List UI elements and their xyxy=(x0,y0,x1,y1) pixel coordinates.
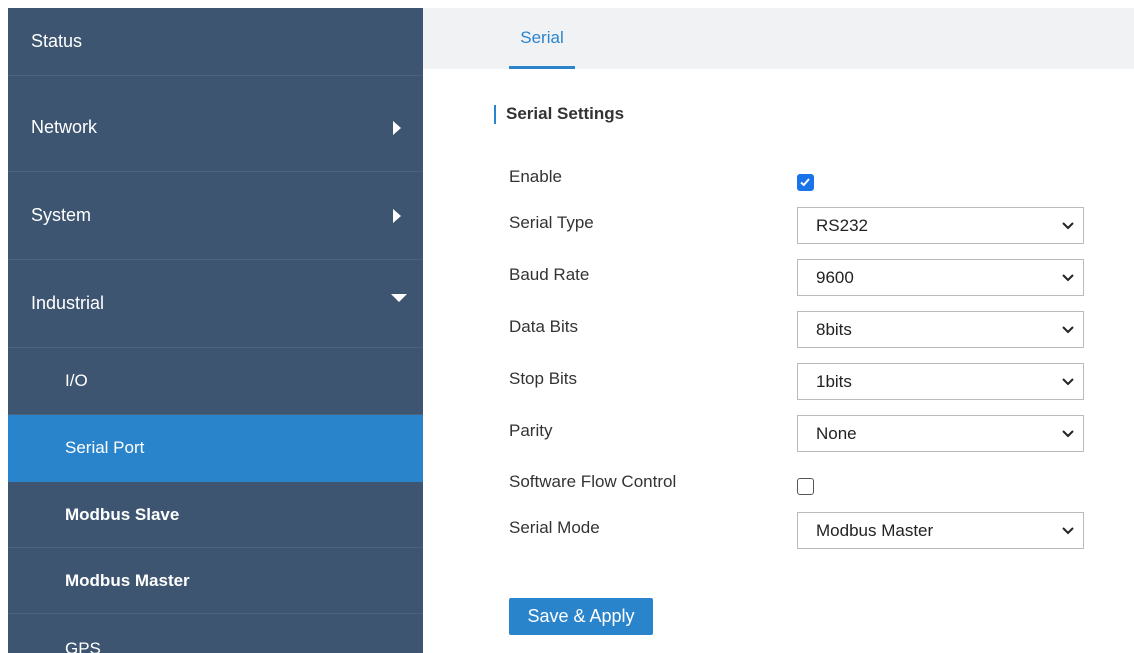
sidebar-item-status[interactable]: Status xyxy=(8,8,423,76)
serial-mode-select[interactable]: Modbus Master xyxy=(797,512,1084,549)
stop-bits-select[interactable]: 1bits xyxy=(797,363,1084,400)
sidebar-item-modbus-master[interactable]: Modbus Master xyxy=(8,548,423,614)
data-bits-label: Data Bits xyxy=(509,317,578,336)
sidebar-item-label: Network xyxy=(31,117,98,137)
chevron-right-icon xyxy=(393,208,401,223)
tab-serial[interactable]: Serial xyxy=(509,8,575,69)
chevron-down-icon xyxy=(1062,378,1074,386)
sidebar-item-serial-port[interactable]: Serial Port xyxy=(8,415,423,482)
chevron-down-icon xyxy=(1062,274,1074,282)
chevron-down-icon xyxy=(1062,326,1074,334)
software-flow-control-checkbox[interactable] xyxy=(797,478,814,495)
checkmark-icon xyxy=(800,178,810,187)
enable-checkbox[interactable] xyxy=(797,174,814,191)
section-accent-bar xyxy=(494,104,496,124)
sidebar-item-gps[interactable]: GPS xyxy=(8,614,423,653)
parity-value: None xyxy=(816,423,857,443)
tab-bar: Serial xyxy=(423,8,1134,69)
sidebar-item-label: Serial Port xyxy=(65,438,145,457)
chevron-right-icon xyxy=(393,120,401,135)
software-flow-control-label: Software Flow Control xyxy=(509,472,677,491)
serial-type-select[interactable]: RS232 xyxy=(797,207,1084,244)
parity-label: Parity xyxy=(509,421,553,440)
serial-mode-label: Serial Mode xyxy=(509,518,600,537)
sidebar: Status Network System Industrial I/O Ser… xyxy=(8,8,423,653)
sidebar-item-network[interactable]: Network xyxy=(8,84,423,172)
stop-bits-label: Stop Bits xyxy=(509,369,578,388)
enable-label: Enable xyxy=(509,167,562,186)
stop-bits-value: 1bits xyxy=(816,371,852,391)
sidebar-item-label: Modbus Master xyxy=(65,570,190,590)
sidebar-item-system[interactable]: System xyxy=(8,172,423,260)
data-bits-value: 8bits xyxy=(816,319,852,339)
baud-rate-value: 9600 xyxy=(816,267,854,287)
chevron-down-icon xyxy=(1062,430,1074,438)
section-title: Serial Settings xyxy=(494,104,624,124)
chevron-down-icon xyxy=(1062,527,1074,535)
sidebar-item-label: Modbus Slave xyxy=(65,504,180,524)
sidebar-item-io[interactable]: I/O xyxy=(8,348,423,415)
serial-type-value: RS232 xyxy=(816,215,868,235)
sidebar-item-label: I/O xyxy=(65,371,88,390)
serial-mode-value: Modbus Master xyxy=(816,520,934,540)
serial-type-label: Serial Type xyxy=(509,213,594,232)
sidebar-item-label: GPS xyxy=(65,639,101,653)
sidebar-item-label: System xyxy=(31,205,92,225)
sidebar-item-label: Industrial xyxy=(31,293,105,313)
baud-rate-select[interactable]: 9600 xyxy=(797,259,1084,296)
parity-select[interactable]: None xyxy=(797,415,1084,452)
sidebar-item-modbus-slave[interactable]: Modbus Slave xyxy=(8,482,423,548)
sidebar-item-industrial[interactable]: Industrial xyxy=(8,260,423,348)
baud-rate-label: Baud Rate xyxy=(509,265,590,284)
chevron-down-icon xyxy=(1062,222,1074,230)
section-title-text: Serial Settings xyxy=(506,104,625,123)
chevron-down-icon xyxy=(391,293,407,302)
data-bits-select[interactable]: 8bits xyxy=(797,311,1084,348)
save-apply-button[interactable]: Save & Apply xyxy=(509,598,653,635)
sidebar-item-label: Status xyxy=(31,31,83,51)
